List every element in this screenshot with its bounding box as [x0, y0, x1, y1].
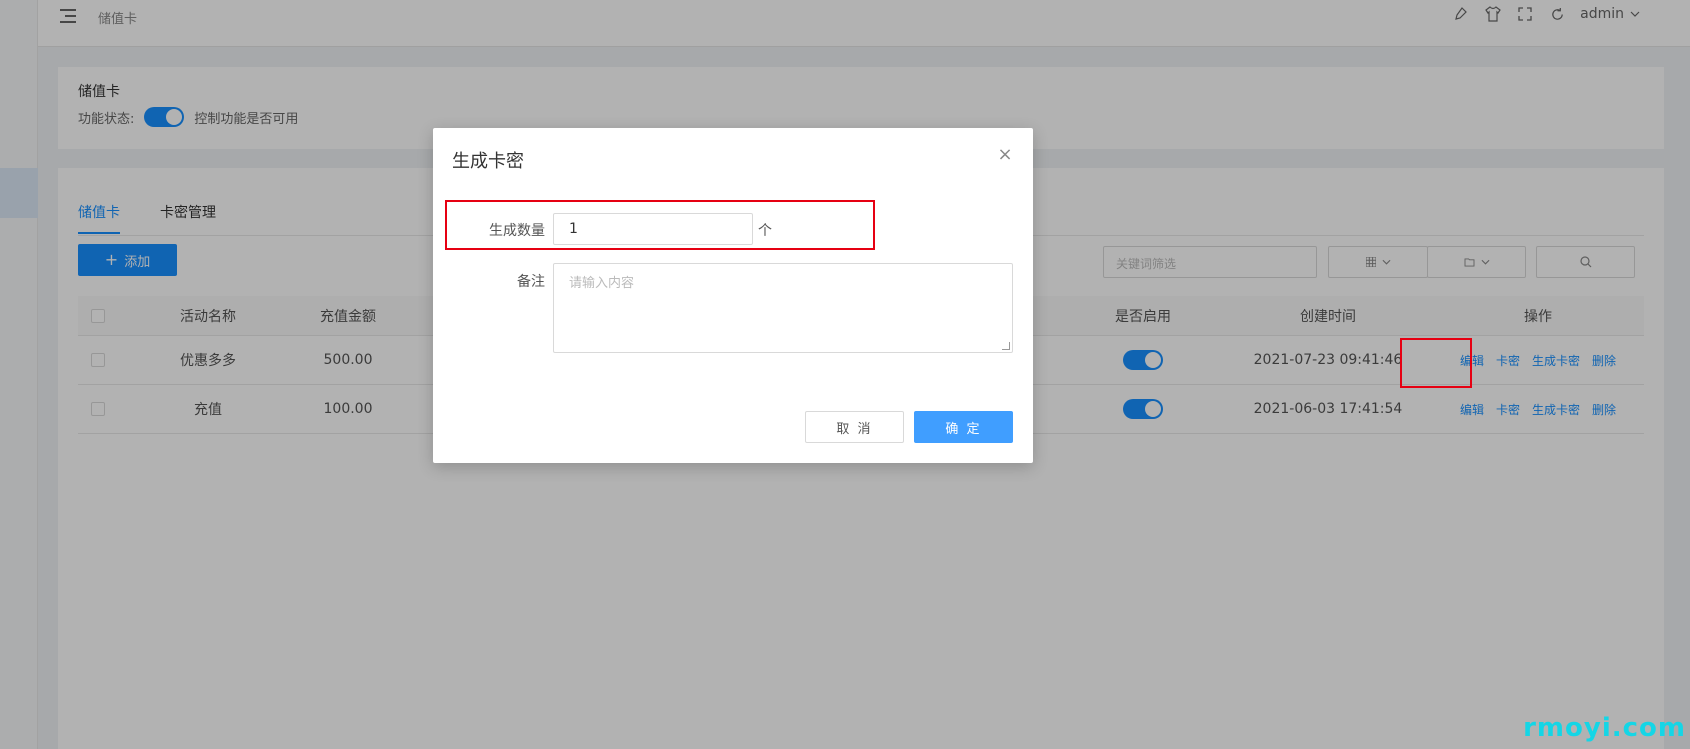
quantity-unit: 个	[758, 223, 772, 239]
close-icon[interactable]: ×	[997, 146, 1013, 164]
watermark: rmoyi.com	[1523, 713, 1686, 743]
quantity-input[interactable]: 1	[553, 213, 753, 245]
confirm-button[interactable]: 确 定	[914, 411, 1013, 443]
remark-placeholder: 请输入内容	[569, 276, 635, 291]
cancel-button[interactable]: 取 消	[805, 411, 904, 443]
generate-card-secret-dialog: 生成卡密 × 生成数量 1 个 备注 请输入内容 取 消 确 定	[433, 128, 1033, 463]
quantity-label: 生成数量	[489, 223, 545, 239]
remark-label: 备注	[517, 274, 545, 290]
dialog-title: 生成卡密	[452, 151, 524, 172]
resize-handle[interactable]	[1002, 342, 1010, 350]
remark-textarea[interactable]: 请输入内容	[553, 263, 1013, 353]
highlight-box-generate-link	[1400, 338, 1472, 388]
